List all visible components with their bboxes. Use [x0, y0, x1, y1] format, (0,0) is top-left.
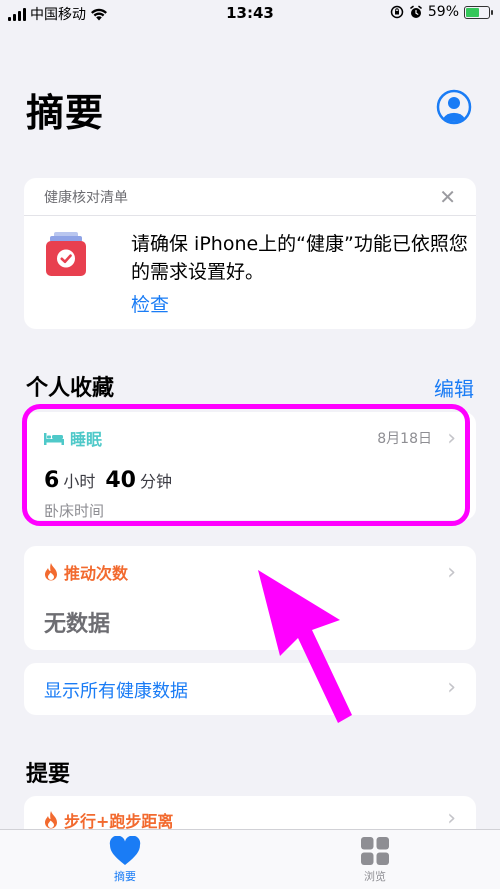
tab-bar: 摘要 浏览	[0, 829, 500, 889]
sleep-minutes: 40	[105, 468, 136, 493]
show-all-label: 显示所有健康数据	[44, 681, 188, 702]
close-icon[interactable]: ✕	[439, 187, 456, 207]
sleep-hours: 6	[44, 468, 60, 493]
grid-icon	[361, 837, 389, 865]
flame-icon	[45, 811, 57, 829]
flame-icon	[45, 563, 57, 581]
push-header: 推动次数	[44, 560, 128, 584]
checklist-icon	[46, 232, 86, 276]
sleep-header: 睡眠	[44, 426, 102, 450]
heart-icon	[109, 836, 141, 865]
check-link[interactable]: 检查	[131, 290, 169, 317]
profile-button[interactable]	[436, 89, 472, 125]
push-value: 无数据	[44, 612, 111, 637]
lock-rotation-icon	[390, 5, 404, 19]
status-right: 59%	[390, 4, 493, 20]
profile-icon	[436, 89, 472, 125]
battery-icon	[464, 5, 493, 19]
sleep-hours-unit: 小时	[63, 472, 96, 491]
checklist-header: 健康核对清单 ✕	[24, 178, 476, 216]
chevron-right-icon: ›	[447, 675, 456, 700]
tab-summary[interactable]: 摘要	[85, 836, 165, 884]
battery-fill	[466, 7, 479, 17]
alarm-icon	[410, 5, 422, 18]
page-title: 摘要	[26, 91, 105, 135]
highlights-title: 提要	[26, 762, 71, 787]
tab-browse[interactable]: 浏览	[335, 836, 415, 884]
battery-percent: 59%	[427, 4, 459, 20]
push-label: 推动次数	[64, 564, 129, 583]
chevron-right-icon: ›	[447, 806, 456, 831]
sleep-card[interactable]: 睡眠 8月18日 › 6 小时 40 分钟 卧床时间	[24, 412, 476, 520]
edit-button[interactable]: 编辑	[434, 373, 474, 402]
checklist-title: 健康核对清单	[44, 189, 128, 206]
push-count-card[interactable]: 推动次数 › 无数据	[24, 546, 476, 650]
checklist-message: 请确保 iPhone上的“健康”功能已依照您的需求设置好。	[131, 233, 468, 283]
chevron-right-icon: ›	[447, 560, 456, 585]
sleep-date: 8月18日	[377, 431, 432, 447]
status-bar: 中国移动 13:43 59%	[0, 0, 500, 28]
chevron-right-icon: ›	[447, 426, 456, 451]
sleep-minutes-unit: 分钟	[139, 472, 172, 491]
show-all-health-data-button[interactable]: 显示所有健康数据 ›	[24, 663, 476, 715]
favorites-title: 个人收藏	[26, 376, 115, 401]
bed-icon	[44, 433, 64, 445]
sleep-value: 6 小时 40 分钟	[44, 468, 172, 493]
sleep-label: 睡眠	[70, 430, 103, 449]
sleep-subtitle: 卧床时间	[44, 502, 105, 520]
tab-summary-label: 摘要	[114, 870, 136, 883]
health-checklist-card: 健康核对清单 ✕ 请确保 iPhone上的“健康”功能已依照您的需求设置好。 检…	[24, 178, 476, 329]
tab-browse-label: 浏览	[364, 870, 386, 883]
